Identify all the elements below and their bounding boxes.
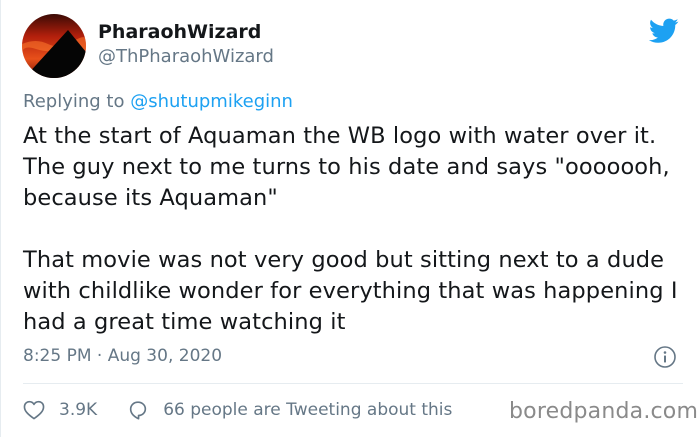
heart-icon — [23, 400, 45, 420]
replying-to: Replying to @shutupmikeginn — [23, 91, 293, 112]
info-icon[interactable] — [653, 345, 677, 369]
replying-prefix: Replying to — [23, 91, 125, 112]
tweet-paragraph: At the start of Aquaman the WB logo with… — [23, 123, 670, 211]
divider — [23, 383, 683, 384]
avatar-image — [22, 14, 86, 78]
reply-button[interactable]: 66 people are Tweeting about this — [127, 399, 452, 421]
watermark: boredpanda.com — [509, 399, 699, 424]
tweet-text: At the start of Aquaman the WB logo with… — [23, 121, 683, 338]
reply-summary: 66 people are Tweeting about this — [163, 400, 453, 420]
like-count: 3.9K — [59, 400, 98, 420]
like-button[interactable]: 3.9K — [23, 400, 97, 420]
tweet-timestamp[interactable]: 8:25 PM · Aug 30, 2020 — [23, 346, 222, 366]
user-handle[interactable]: @ThPharaohWizard — [98, 46, 274, 67]
action-bar: 3.9K 66 people are Tweeting about this — [23, 397, 452, 423]
display-name[interactable]: PharaohWizard — [98, 21, 261, 43]
avatar[interactable] — [22, 14, 86, 78]
twitter-bird-icon[interactable] — [649, 18, 679, 44]
reply-mention-link[interactable]: @shutupmikeginn — [130, 91, 293, 112]
speech-bubble-icon — [130, 401, 147, 420]
tweet-paragraph: That movie was not very good but sitting… — [23, 247, 678, 335]
tweet-card: PharaohWizard @ThPharaohWizard Replying … — [0, 0, 700, 437]
